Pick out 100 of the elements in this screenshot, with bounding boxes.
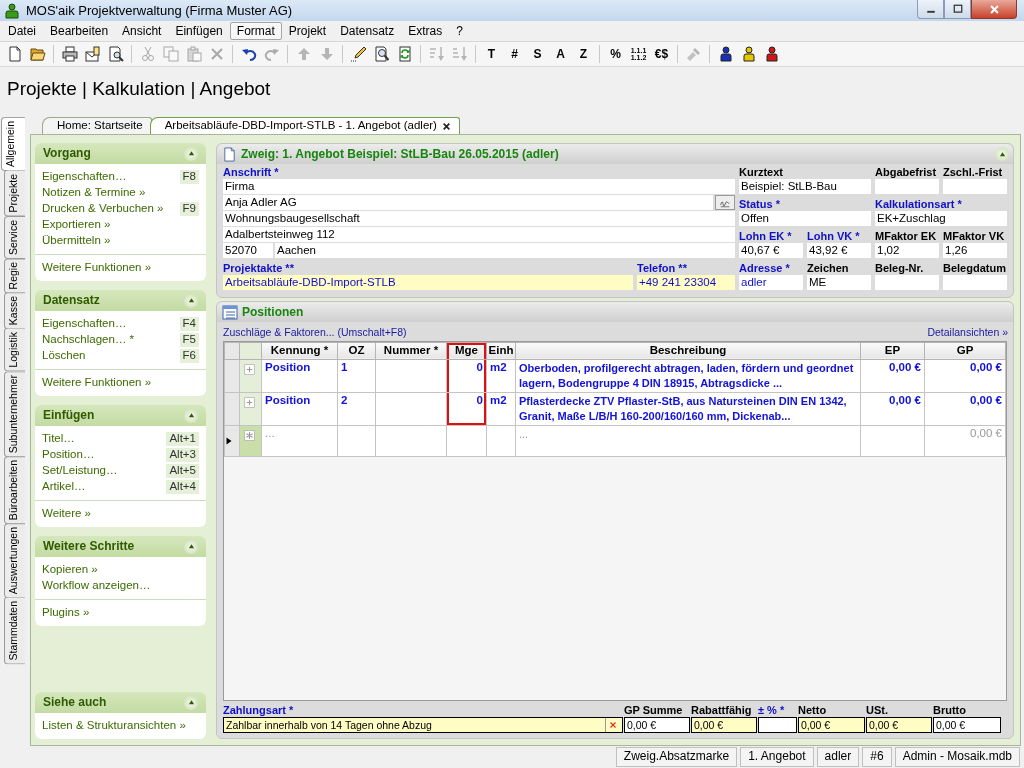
task-link[interactable]: Set/Leistung…: [42, 464, 118, 478]
minimize-button[interactable]: [917, 0, 944, 19]
task-link[interactable]: Exportieren »: [42, 218, 111, 232]
input-field[interactable]: [875, 275, 939, 290]
side-tab[interactable]: Regie: [4, 257, 25, 294]
side-tab[interactable]: Projekte: [4, 170, 25, 217]
input-field[interactable]: 0,00 €: [798, 717, 865, 733]
input-field[interactable]: 0,00 €: [624, 717, 690, 733]
side-tab[interactable]: Allgemein: [1, 117, 25, 172]
task-link[interactable]: Weitere Funktionen »: [42, 261, 152, 275]
task-link[interactable]: Position…: [42, 448, 95, 462]
pencil-icon[interactable]: [350, 46, 367, 62]
collapse-button[interactable]: [184, 695, 198, 710]
expand-icon[interactable]: [244, 364, 255, 376]
toolbar-button[interactable]: T: [480, 43, 503, 65]
toolbar-button[interactable]: A: [549, 43, 572, 65]
figure-icon[interactable]: [763, 46, 780, 62]
input-field[interactable]: +49 241 23304: [637, 275, 735, 290]
close-button[interactable]: [971, 0, 1017, 19]
task-link[interactable]: Nachschlagen… *: [42, 333, 135, 347]
print-preview-icon[interactable]: [107, 46, 124, 62]
column-header[interactable]: OZ: [337, 342, 376, 360]
menu-item[interactable]: Bearbeiten: [43, 21, 116, 41]
input-field[interactable]: 0,00 €: [933, 717, 1001, 733]
input-field[interactable]: ME: [807, 275, 871, 290]
side-tab[interactable]: Logistik: [4, 328, 25, 372]
link[interactable]: Zuschläge & Faktoren... (Umschalt+F8): [223, 326, 407, 339]
signature-button[interactable]: [715, 195, 735, 210]
side-tab[interactable]: Büroarbeiten: [4, 456, 25, 525]
task-link[interactable]: Übermitteln »: [42, 234, 111, 248]
column-header[interactable]: GP: [924, 342, 1006, 360]
input-field[interactable]: 0,00 €: [691, 717, 757, 733]
input-field[interactable]: Firma: [223, 179, 735, 194]
row-selector[interactable]: [224, 425, 240, 457]
input-field[interactable]: Beispiel: StLB-Bau: [739, 179, 871, 194]
folder-icon[interactable]: [29, 46, 46, 62]
maximize-button[interactable]: [944, 0, 971, 19]
mail-icon[interactable]: [84, 46, 101, 62]
document-tab[interactable]: Arbeitsabläufe-DBD-Import-STLB - 1. Angebot (adler): [149, 117, 460, 134]
expand-icon[interactable]: [244, 397, 255, 409]
input-field[interactable]: 43,92 €: [807, 243, 871, 258]
menu-item[interactable]: Ansicht: [115, 21, 169, 41]
menu-item[interactable]: Einfügen: [168, 21, 230, 41]
new-document-icon[interactable]: [6, 46, 23, 62]
task-link[interactable]: Weitere Funktionen »: [42, 376, 152, 390]
column-header[interactable]: Beschreibung: [515, 342, 861, 360]
input-field[interactable]: Wohnungsbaugesellschaft: [223, 211, 735, 226]
task-link[interactable]: Listen & Strukturansichten »: [42, 719, 186, 733]
column-header[interactable]: Nummer *: [375, 342, 447, 360]
refresh-icon[interactable]: [396, 46, 413, 62]
input-field[interactable]: Zahlbar innerhalb von 14 Tagen ohne Abzug: [223, 717, 623, 733]
search-icon[interactable]: [373, 46, 390, 62]
side-tab[interactable]: Stammdaten: [4, 597, 25, 665]
task-link[interactable]: Weitere »: [42, 507, 91, 521]
column-header[interactable]: Mge: [446, 342, 487, 360]
input-field[interactable]: Offen: [739, 211, 871, 226]
toolbar-button[interactable]: #: [503, 43, 526, 65]
side-tab[interactable]: Kasse: [4, 292, 25, 330]
input-field[interactable]: [943, 179, 1007, 194]
task-link[interactable]: Notizen & Termine »: [42, 186, 146, 200]
input-field[interactable]: Aachen: [275, 243, 735, 258]
side-tab[interactable]: Service: [4, 215, 25, 259]
figure-icon[interactable]: [717, 46, 734, 62]
printer-icon[interactable]: [61, 46, 78, 62]
task-link[interactable]: Eigenschaften…: [42, 317, 127, 331]
input-field[interactable]: Arbeitsabläufe-DBD-Import-STLB: [223, 275, 633, 290]
collapse-button[interactable]: [184, 408, 198, 423]
collapse-button[interactable]: [184, 146, 198, 161]
menu-item[interactable]: Format: [229, 21, 282, 41]
input-field[interactable]: EK+Zuschlag: [875, 211, 1007, 226]
task-link[interactable]: Kopieren »: [42, 563, 98, 577]
document-tab[interactable]: Home: Startseite: [42, 117, 152, 134]
task-link[interactable]: Artikel…: [42, 480, 86, 494]
column-header[interactable]: EP: [860, 342, 925, 360]
undo-icon[interactable]: [240, 46, 257, 62]
task-link[interactable]: Löschen: [42, 349, 86, 363]
collapse-button[interactable]: [184, 539, 198, 554]
menu-item[interactable]: Datensatz: [333, 21, 402, 41]
task-link[interactable]: Workflow anzeigen…: [42, 579, 151, 593]
column-header[interactable]: Einh: [486, 342, 516, 360]
input-field[interactable]: 40,67 €: [739, 243, 803, 258]
menu-item[interactable]: ?: [449, 21, 470, 41]
side-tab[interactable]: Subunternehmer: [4, 370, 25, 458]
input-field[interactable]: [943, 275, 1007, 290]
input-field[interactable]: 1,26: [943, 243, 1007, 258]
input-field[interactable]: [875, 179, 939, 194]
task-link[interactable]: Titel…: [42, 432, 75, 446]
close-icon[interactable]: [441, 121, 451, 131]
menu-item[interactable]: Projekt: [281, 21, 334, 41]
toolbar-button[interactable]: %: [604, 43, 627, 65]
input-field[interactable]: 1,02: [875, 243, 939, 258]
task-link[interactable]: Drucken & Verbuchen »: [42, 202, 164, 216]
input-field[interactable]: [758, 717, 797, 733]
column-header[interactable]: Kennung *: [261, 342, 338, 360]
task-link[interactable]: Eigenschaften…: [42, 170, 127, 184]
input-field[interactable]: Anja Adler AG: [223, 195, 713, 210]
input-field[interactable]: Adalbertsteinweg 112: [223, 227, 735, 242]
side-tab[interactable]: Auswertungen: [4, 523, 25, 599]
menu-item[interactable]: Extras: [401, 21, 450, 41]
toolbar-button[interactable]: S: [526, 43, 549, 65]
